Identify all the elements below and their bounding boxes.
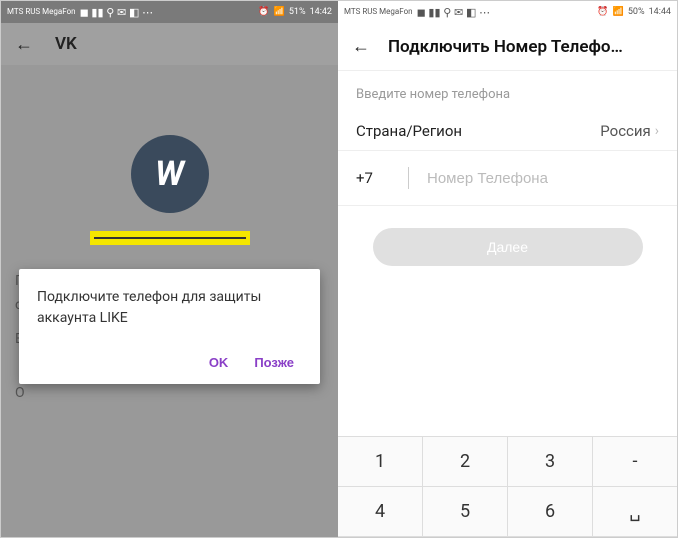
signal-icon: 📶 <box>274 7 285 17</box>
key-4[interactable]: 4 <box>338 487 423 537</box>
carrier-label: MTS RUS MegaFon <box>344 8 413 16</box>
key-5[interactable]: 5 <box>423 487 508 537</box>
next-button[interactable]: Далее <box>373 228 643 266</box>
region-value: Россия <box>600 122 651 140</box>
left-screen: MTS RUS MegaFon ◼ ▮▮ ⚲ ✉ ◧ ⋯ ⏰ 📶 51% 14:… <box>1 1 338 537</box>
status-bar-left: MTS RUS MegaFon ◼ ▮▮ ⚲ ✉ ◧ ⋯ ⏰ 📶 51% 14:… <box>1 1 338 23</box>
key-6[interactable]: 6 <box>508 487 593 537</box>
battery-left: 51% <box>289 7 306 17</box>
hint-text: Введите номер телефона <box>338 71 677 112</box>
alarm-icon: ⏰ <box>258 7 269 17</box>
page-title: VK <box>55 34 77 54</box>
page-title: Подключить Номер Телефо… <box>388 37 623 57</box>
later-button[interactable]: Позже <box>254 355 294 370</box>
dialog-message: Подключите телефон для защиты аккаунта L… <box>37 287 302 329</box>
chevron-right-icon: › <box>655 123 659 139</box>
time-left: 14:42 <box>310 7 332 17</box>
key-dash[interactable]: - <box>593 437 677 487</box>
key-1[interactable]: 1 <box>338 437 423 487</box>
left-header: ← VK <box>1 23 338 65</box>
back-icon[interactable]: ← <box>15 34 33 55</box>
signal-icon: 📶 <box>613 7 624 17</box>
carrier-label: MTS RUS MegaFon <box>7 8 76 16</box>
phone-row: +7 <box>338 151 677 206</box>
time-right: 14:44 <box>649 7 671 17</box>
status-icons-right: ◼ ▮▮ ⚲ ✉ ◧ ⋯ <box>417 6 491 19</box>
vk-letter: W <box>155 154 184 194</box>
country-prefix: +7 <box>356 169 390 187</box>
bg-text: О <box>1 381 338 405</box>
numeric-keypad: 1 2 3 - 4 5 6 ␣ <box>338 436 677 537</box>
divider <box>408 167 409 189</box>
battery-right: 50% <box>628 7 645 17</box>
alarm-icon: ⏰ <box>597 7 608 17</box>
back-icon[interactable]: ← <box>352 36 370 57</box>
redacted-name <box>90 231 250 245</box>
connect-phone-dialog: Подключите телефон для защиты аккаунта L… <box>19 269 320 384</box>
vk-logo: W <box>131 135 209 213</box>
right-header: ← Подключить Номер Телефо… <box>338 23 677 71</box>
region-label: Страна/Регион <box>356 122 462 140</box>
status-icons-left: ◼ ▮▮ ⚲ ✉ ◧ ⋯ <box>80 6 154 19</box>
ok-button[interactable]: OK <box>209 355 229 370</box>
right-screen: MTS RUS MegaFon ◼ ▮▮ ⚲ ✉ ◧ ⋯ ⏰ 📶 50% 14:… <box>338 1 677 537</box>
key-2[interactable]: 2 <box>423 437 508 487</box>
region-row[interactable]: Страна/Регион Россия › <box>338 112 677 151</box>
key-space[interactable]: ␣ <box>593 487 677 537</box>
status-bar-right: MTS RUS MegaFon ◼ ▮▮ ⚲ ✉ ◧ ⋯ ⏰ 📶 50% 14:… <box>338 1 677 23</box>
phone-input[interactable] <box>427 170 659 187</box>
key-3[interactable]: 3 <box>508 437 593 487</box>
